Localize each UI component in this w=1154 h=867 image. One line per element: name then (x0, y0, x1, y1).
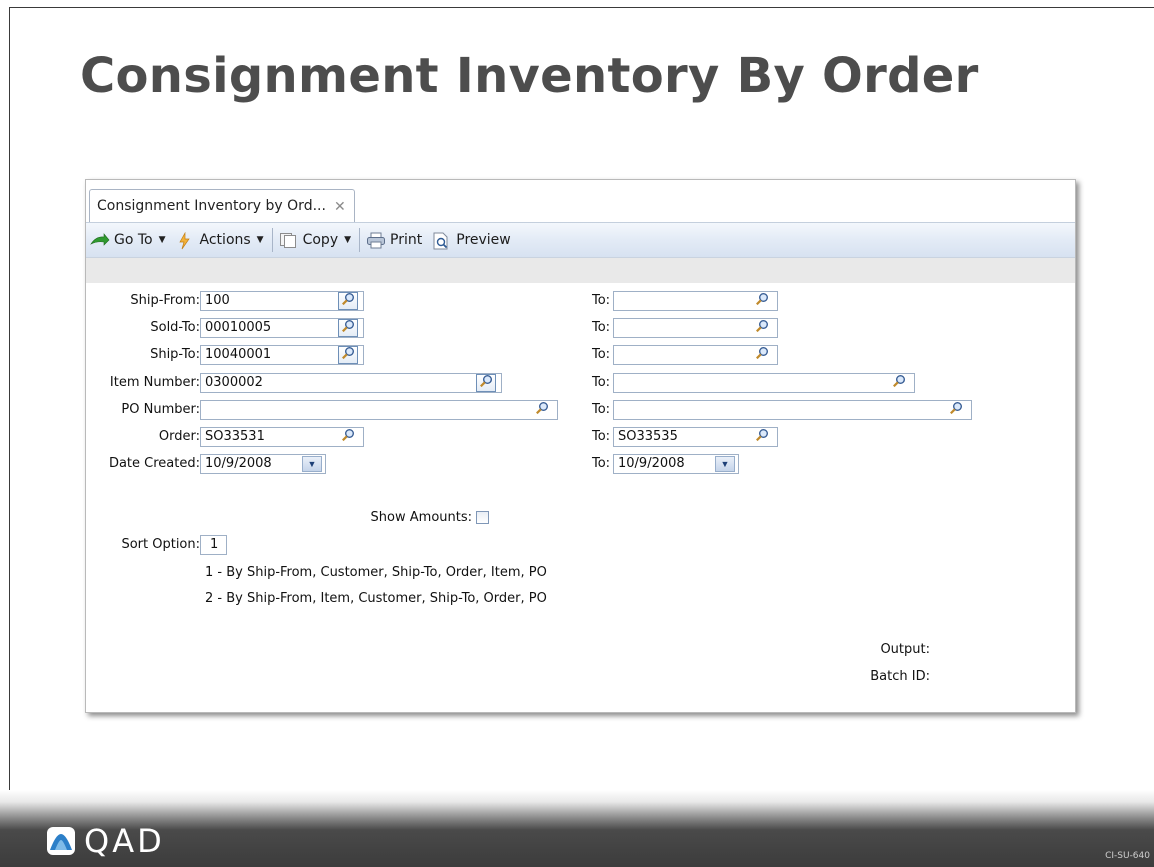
date-created-label: Date Created: (108, 456, 200, 471)
date-created-to-value: 10/9/2008 (618, 456, 685, 471)
preview-label: Preview (456, 232, 511, 248)
search-icon (341, 346, 355, 365)
date-created-to-label: To: (592, 456, 611, 471)
search-icon (479, 374, 493, 393)
ship-from-lookup-button[interactable] (338, 292, 358, 310)
order-label: Order: (158, 429, 200, 444)
qad-logo: QAD (46, 822, 165, 860)
sort-option-input[interactable]: 1 (200, 535, 227, 555)
slide-footer (0, 790, 1154, 867)
copy-menu-button[interactable]: Copy ▼ (279, 232, 351, 248)
qad-logo-text: QAD (84, 822, 165, 860)
po-number-to-input[interactable] (613, 400, 972, 420)
po-number-to-lookup-button[interactable] (946, 401, 966, 419)
ship-to-to-label: To: (592, 347, 611, 362)
goto-icon (90, 232, 110, 248)
search-icon (341, 319, 355, 338)
search-icon (755, 292, 769, 311)
actions-menu-button[interactable]: Actions ▼ (176, 231, 264, 250)
copy-icon (279, 232, 297, 248)
sold-to-label: Sold-To: (150, 320, 200, 335)
slide: Consignment Inventory By Order Consignme… (0, 0, 1154, 867)
chevron-down-icon: ▼ (720, 459, 730, 469)
slide-frame-left (9, 7, 10, 800)
po-number-lookup-button[interactable] (532, 401, 552, 419)
tab-label: Consignment Inventory by Ord... (97, 198, 326, 214)
toolbar-separator (359, 228, 361, 252)
output-label: Output: (880, 642, 930, 657)
goto-label: Go To (114, 232, 153, 248)
date-created-dropdown-button[interactable]: ▼ (302, 456, 322, 472)
actions-label: Actions (199, 232, 251, 248)
item-number-to-input[interactable] (613, 373, 915, 393)
item-number-lookup-button[interactable] (476, 374, 496, 392)
qad-logo-mark-icon (46, 826, 76, 856)
search-icon (755, 319, 769, 338)
preview-button[interactable]: Preview (432, 232, 511, 250)
search-icon (949, 401, 963, 420)
sold-to-to-lookup-button[interactable] (752, 319, 772, 337)
chevron-down-icon: ▼ (158, 235, 166, 245)
search-icon (341, 428, 355, 447)
chevron-down-icon: ▼ (344, 235, 352, 245)
tab-strip: Consignment Inventory by Ord... ✕ (86, 180, 1075, 222)
printer-icon (366, 232, 386, 249)
order-to-lookup-button[interactable] (752, 428, 772, 446)
goto-menu-button[interactable]: Go To ▼ (90, 232, 166, 248)
po-number-input[interactable] (200, 400, 558, 420)
search-icon (341, 292, 355, 311)
sort-option-1-text: 1 - By Ship-From, Customer, Ship-To, Ord… (205, 565, 547, 580)
order-to-label: To: (592, 429, 611, 444)
slide-frame-top (9, 7, 1154, 8)
tab-consignment-inventory[interactable]: Consignment Inventory by Ord... ✕ (89, 189, 355, 222)
ship-from-label: Ship-From: (130, 293, 200, 308)
show-amounts-checkbox[interactable] (476, 511, 489, 524)
date-created-value: 10/9/2008 (205, 456, 272, 471)
actions-icon (176, 231, 194, 250)
search-icon (535, 401, 549, 420)
copy-label: Copy (302, 232, 339, 248)
item-number-to-lookup-button[interactable] (889, 374, 909, 392)
ship-to-to-lookup-button[interactable] (752, 346, 772, 364)
report-form: Ship-From: Sold-To: Ship-To: Item Number… (86, 283, 1075, 713)
sort-option-label: Sort Option: (121, 537, 200, 552)
po-number-to-label: To: (592, 402, 611, 417)
ship-to-label: Ship-To: (150, 347, 200, 362)
item-number-to-label: To: (592, 375, 611, 390)
search-icon (755, 346, 769, 365)
chevron-down-icon: ▼ (256, 235, 264, 245)
batch-id-label: Batch ID: (870, 669, 930, 684)
slide-code: CI-SU-640 (1105, 851, 1150, 861)
ship-from-to-lookup-button[interactable] (752, 292, 772, 310)
sold-to-to-label: To: (592, 320, 611, 335)
app-window: Consignment Inventory by Ord... ✕ Go To … (85, 179, 1076, 713)
ship-from-to-label: To: (592, 293, 611, 308)
order-lookup-button[interactable] (338, 428, 358, 446)
chevron-down-icon: ▼ (307, 459, 317, 469)
item-number-input[interactable]: 0300002 (200, 373, 502, 393)
header-band (86, 258, 1075, 283)
preview-icon (432, 232, 450, 250)
date-created-to-dropdown-button[interactable]: ▼ (715, 456, 735, 472)
print-label: Print (390, 232, 423, 248)
toolbar-separator (271, 228, 273, 252)
item-number-label: Item Number: (109, 375, 200, 390)
search-icon (755, 428, 769, 447)
show-amounts-label: Show Amounts: (370, 510, 472, 525)
po-number-label: PO Number: (121, 402, 200, 417)
close-icon[interactable]: ✕ (334, 198, 346, 215)
toolbar: Go To ▼ Actions ▼ Copy ▼ Print Preview (86, 222, 1075, 258)
ship-to-lookup-button[interactable] (338, 346, 358, 364)
slide-title: Consignment Inventory By Order (80, 48, 979, 104)
sold-to-lookup-button[interactable] (338, 319, 358, 337)
print-button[interactable]: Print (366, 232, 423, 249)
search-icon (892, 374, 906, 393)
sort-option-2-text: 2 - By Ship-From, Item, Customer, Ship-T… (205, 591, 547, 606)
